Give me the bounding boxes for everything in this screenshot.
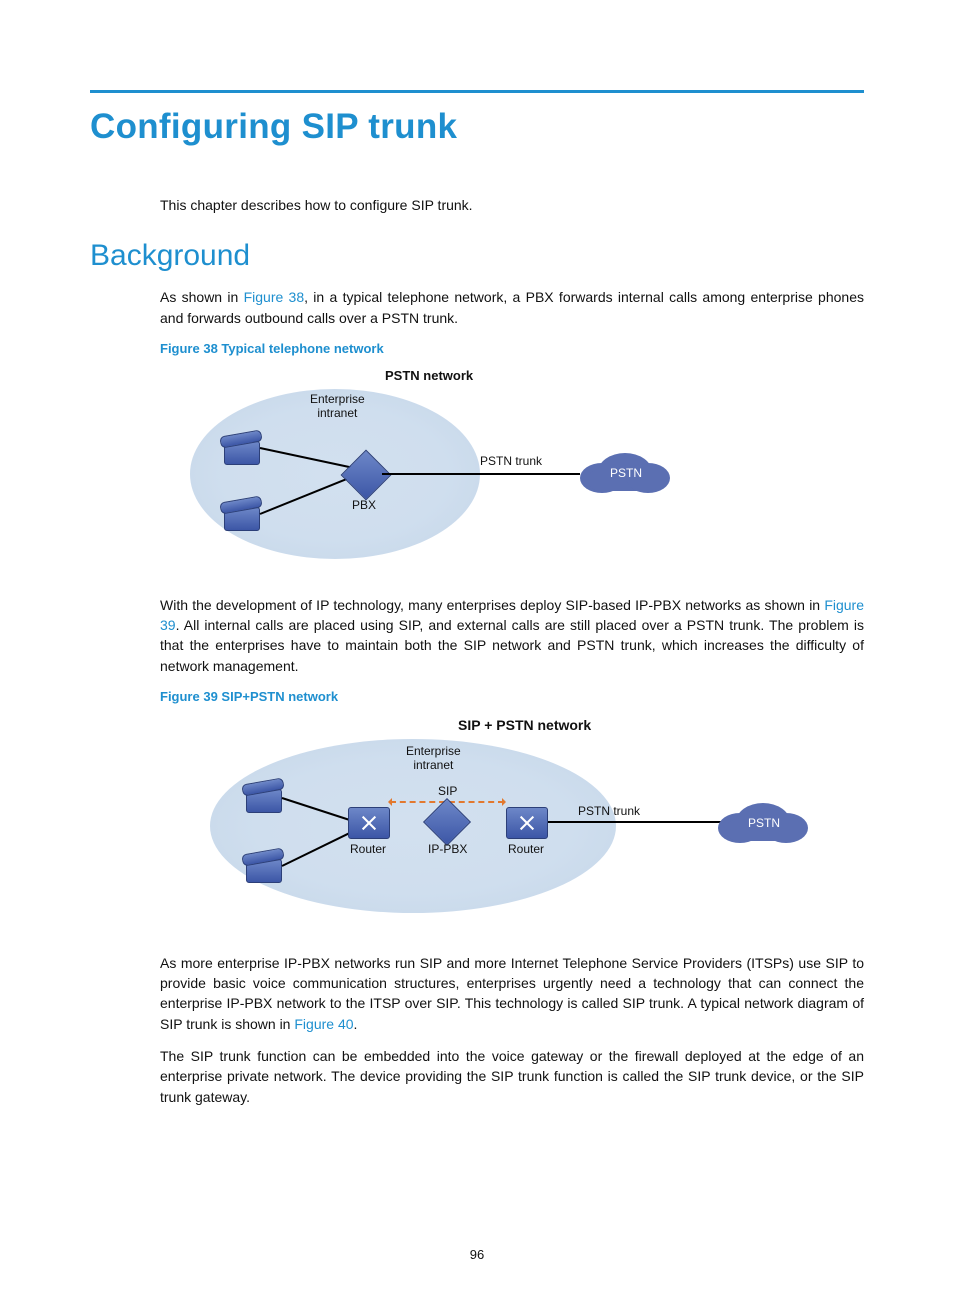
router-icon: [348, 807, 390, 839]
ip-pbx-label: IP-PBX: [428, 841, 467, 858]
intranet-line1: Enterprise: [406, 744, 461, 758]
fig39-network-title: SIP + PSTN network: [458, 715, 591, 735]
pstn-cloud-label: PSTN: [580, 451, 672, 497]
figure-38-caption: Figure 38 Typical telephone network: [160, 340, 864, 359]
figure-40-link[interactable]: Figure 40: [294, 1016, 353, 1032]
paragraph-4: The SIP trunk function can be embedded i…: [160, 1046, 864, 1107]
pbx-label: PBX: [352, 497, 376, 514]
router-label: Router: [350, 841, 386, 858]
section-heading-background: Background: [90, 239, 864, 273]
para3-part-b: .: [354, 1016, 358, 1032]
pstn-trunk-line: [382, 473, 580, 475]
para3-part-a: As more enterprise IP-PBX networks run S…: [160, 955, 864, 1032]
background-block: As shown in Figure 38, in a typical tele…: [160, 287, 864, 1107]
phone-icon: [220, 495, 262, 531]
intro-paragraph: This chapter describes how to configure …: [160, 195, 864, 215]
para2-part-a: With the development of IP technology, m…: [160, 597, 824, 613]
figure-39-diagram: SIP + PSTN network Enterprise intranet R…: [178, 715, 818, 925]
page-number: 96: [0, 1247, 954, 1262]
pstn-cloud-icon: PSTN: [580, 451, 672, 497]
router-label: Router: [508, 841, 544, 858]
intranet-line2: intranet: [317, 406, 357, 420]
paragraph-2: With the development of IP technology, m…: [160, 595, 864, 676]
paragraph-3: As more enterprise IP-PBX networks run S…: [160, 953, 864, 1034]
figure-39-caption: Figure 39 SIP+PSTN network: [160, 688, 864, 707]
intranet-line2: intranet: [413, 758, 453, 772]
chapter-title: Configuring SIP trunk: [90, 107, 864, 147]
phone-icon: [220, 429, 262, 465]
pstn-trunk-label: PSTN trunk: [578, 803, 640, 820]
pstn-trunk-line: [548, 821, 722, 823]
para2-part-b: . All internal calls are placed using SI…: [160, 617, 864, 674]
pstn-cloud-label: PSTN: [718, 801, 810, 847]
enterprise-intranet-label: Enterprise intranet: [310, 393, 365, 421]
fig38-network-title: PSTN network: [385, 367, 473, 386]
pstn-trunk-label: PSTN trunk: [480, 453, 542, 470]
router-icon: [506, 807, 548, 839]
phone-icon: [242, 847, 284, 883]
header-rule: [90, 90, 864, 93]
enterprise-intranet-label: Enterprise intranet: [406, 745, 461, 773]
figure-38-link[interactable]: Figure 38: [244, 289, 305, 305]
figure-38-diagram: PSTN network Enterprise intranet PBX PST…: [160, 367, 700, 567]
paragraph-1: As shown in Figure 38, in a typical tele…: [160, 287, 864, 328]
intranet-line1: Enterprise: [310, 392, 365, 406]
document-page: Configuring SIP trunk This chapter descr…: [0, 0, 954, 1296]
sip-label: SIP: [438, 783, 457, 800]
para1-part-a: As shown in: [160, 289, 244, 305]
pstn-cloud-icon: PSTN: [718, 801, 810, 847]
phone-icon: [242, 777, 284, 813]
intro-block: This chapter describes how to configure …: [160, 195, 864, 215]
